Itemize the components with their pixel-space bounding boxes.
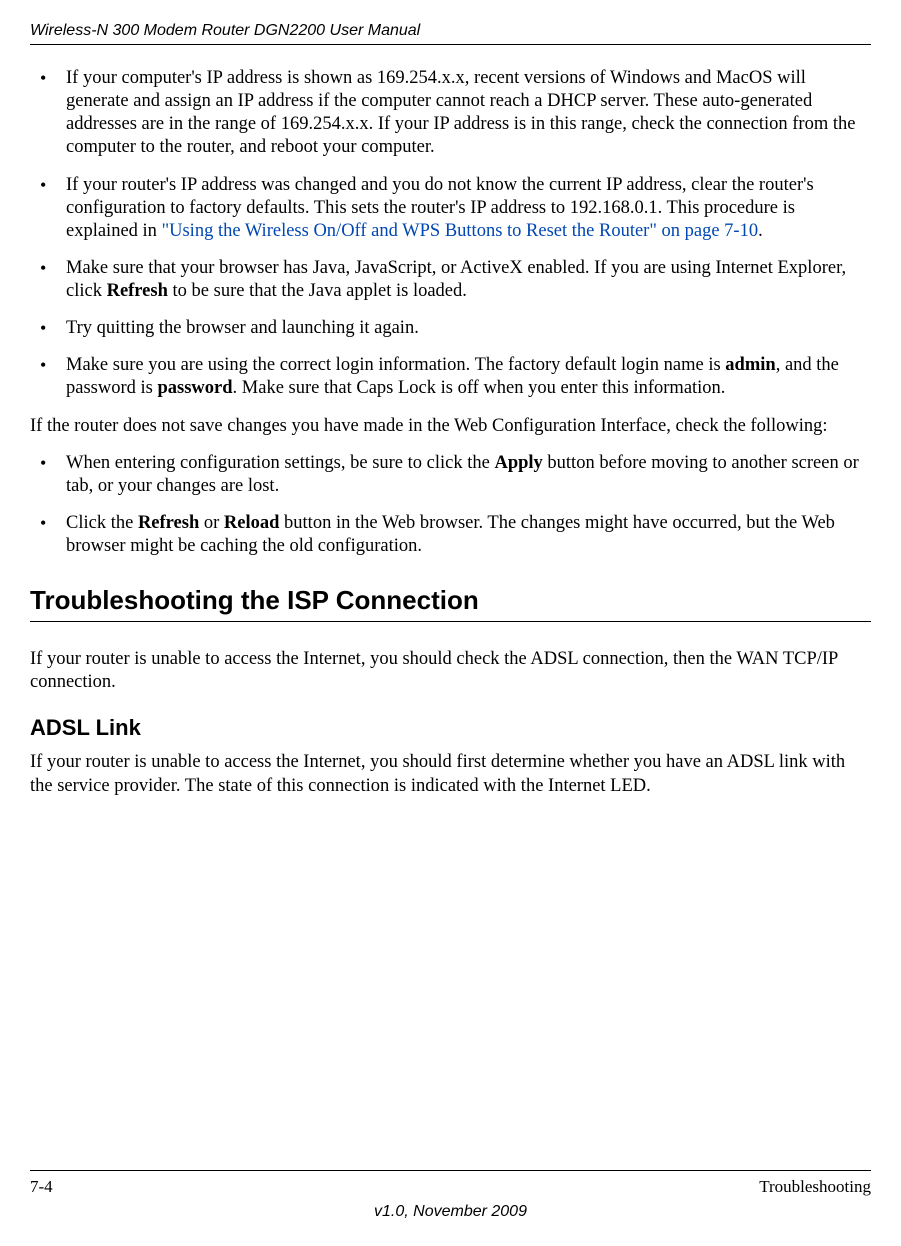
ui-label-refresh: Refresh xyxy=(107,281,168,301)
list-item: If your router's IP address was changed … xyxy=(30,174,871,243)
list-item: Click the Refresh or Reload button in th… xyxy=(30,512,871,558)
body-text: to be sure that the Java applet is loade… xyxy=(168,281,467,301)
page: Wireless-N 300 Modem Router DGN2200 User… xyxy=(0,0,901,1246)
cross-reference-link[interactable]: "Using the Wireless On/Off and WPS Butto… xyxy=(162,221,759,241)
footer-version: v1.0, November 2009 xyxy=(30,1203,871,1221)
list-item: When entering configuration settings, be… xyxy=(30,452,871,498)
ui-label-apply: Apply xyxy=(494,453,542,473)
bullet-list-1: If your computer's IP address is shown a… xyxy=(30,67,871,401)
bullet-list-2: When entering configuration settings, be… xyxy=(30,452,871,559)
body-text: If your computer's IP address is shown a… xyxy=(66,68,855,157)
page-footer: 7-4 Troubleshooting v1.0, November 2009 xyxy=(30,1170,871,1221)
subsection-heading: ADSL Link xyxy=(30,714,871,742)
chapter-title: Troubleshooting xyxy=(759,1177,871,1197)
paragraph: If the router does not save changes you … xyxy=(30,415,871,438)
body-text: When entering configuration settings, be… xyxy=(66,453,494,473)
list-item: Make sure that your browser has Java, Ja… xyxy=(30,257,871,303)
body-text: . Make sure that Caps Lock is off when y… xyxy=(233,378,726,398)
ui-label-admin: admin xyxy=(725,355,775,375)
paragraph: If your router is unable to access the I… xyxy=(30,648,871,694)
ui-label-refresh: Refresh xyxy=(138,513,199,533)
running-header: Wireless-N 300 Modem Router DGN2200 User… xyxy=(30,22,871,44)
list-item: Try quitting the browser and launching i… xyxy=(30,317,871,340)
section-rule xyxy=(30,621,871,622)
section-heading: Troubleshooting the ISP Connection xyxy=(30,584,871,621)
body-text: Click the xyxy=(66,513,138,533)
header-rule xyxy=(30,44,871,45)
body-text: . xyxy=(758,221,763,241)
body-text: Make sure you are using the correct logi… xyxy=(66,355,725,375)
ui-label-password: password xyxy=(157,378,232,398)
list-item: If your computer's IP address is shown a… xyxy=(30,67,871,160)
body-text: Try quitting the browser and launching i… xyxy=(66,318,419,338)
footer-line: 7-4 Troubleshooting xyxy=(30,1177,871,1197)
ui-label-reload: Reload xyxy=(224,513,280,533)
paragraph: If your router is unable to access the I… xyxy=(30,751,871,797)
body-text: or xyxy=(199,513,224,533)
page-number: 7-4 xyxy=(30,1177,53,1197)
list-item: Make sure you are using the correct logi… xyxy=(30,354,871,400)
body-content: If your computer's IP address is shown a… xyxy=(30,67,871,1170)
footer-rule xyxy=(30,1170,871,1171)
